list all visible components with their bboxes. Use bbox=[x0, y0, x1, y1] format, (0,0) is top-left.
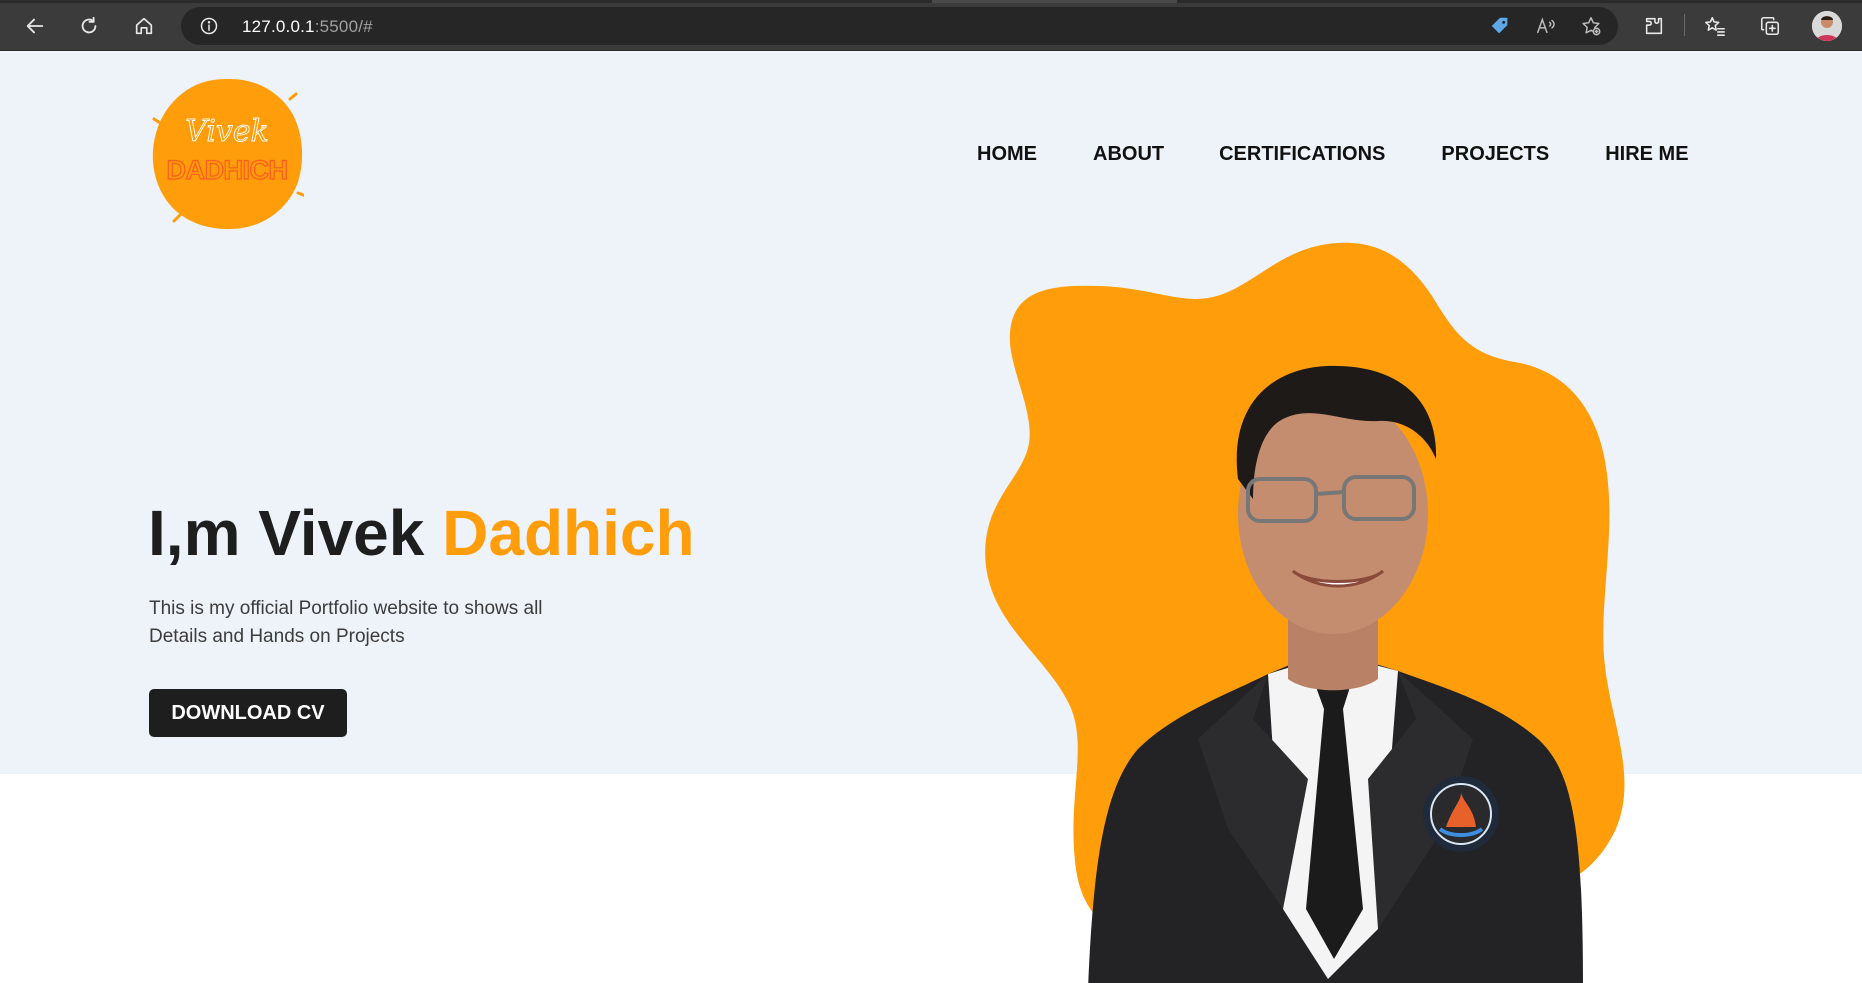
refresh-icon bbox=[81, 16, 97, 34]
nav-projects[interactable]: PROJECTS bbox=[1441, 143, 1549, 166]
favorites-button[interactable] bbox=[1698, 9, 1732, 43]
favorites-icon bbox=[1705, 16, 1725, 36]
read-aloud-icon bbox=[1537, 17, 1555, 34]
hero-subtitle-line1: This is my official Portfolio website to… bbox=[149, 598, 543, 619]
nav-certifications[interactable]: CERTIFICATIONS bbox=[1219, 143, 1385, 166]
address-url[interactable]: 127.0.0.1:5500/# bbox=[242, 17, 373, 37]
info-icon[interactable] bbox=[199, 16, 219, 36]
tab-strip-edge bbox=[0, 0, 1862, 3]
address-bar[interactable]: 127.0.0.1:5500/# bbox=[181, 7, 1618, 45]
favorite-add-icon bbox=[1582, 17, 1601, 36]
back-icon bbox=[26, 18, 44, 34]
logo-text-vivek: Vivek bbox=[185, 114, 269, 149]
profile-avatar-image bbox=[1812, 11, 1842, 41]
hero-title-name: I,m Vivek bbox=[148, 497, 443, 569]
price-tag-button[interactable] bbox=[1488, 14, 1512, 38]
refresh-button[interactable] bbox=[72, 9, 106, 43]
web-page: Vivek DADHICH HOME ABOUT CERTIFICATIONS … bbox=[0, 51, 1862, 983]
collections-button[interactable] bbox=[1753, 9, 1787, 43]
toolbar-separator bbox=[1684, 14, 1685, 36]
hero-subtitle: This is my official Portfolio website to… bbox=[149, 595, 589, 651]
url-host: 127.0.0.1 bbox=[242, 17, 315, 36]
price-tag-icon bbox=[1491, 17, 1508, 34]
nav-home[interactable]: HOME bbox=[977, 143, 1037, 166]
read-aloud-button[interactable] bbox=[1534, 14, 1558, 38]
download-cv-button[interactable]: DOWNLOAD CV bbox=[149, 689, 347, 737]
home-button[interactable] bbox=[127, 9, 161, 43]
nav-about[interactable]: ABOUT bbox=[1093, 143, 1164, 166]
browser-toolbar: 127.0.0.1:5500/# bbox=[0, 0, 1862, 51]
main-nav: HOME ABOUT CERTIFICATIONS PROJECTS HIRE … bbox=[977, 143, 1689, 166]
profile-photo bbox=[1088, 365, 1583, 983]
site-logo[interactable]: Vivek DADHICH bbox=[150, 75, 304, 231]
profile-avatar[interactable] bbox=[1812, 11, 1842, 41]
logo-text-dadhich: DADHICH bbox=[167, 155, 288, 185]
home-icon bbox=[135, 17, 153, 35]
active-tab-indicator bbox=[932, 0, 1177, 3]
favorite-add-button[interactable] bbox=[1579, 14, 1603, 38]
hero-subtitle-line2: Details and Hands on Projects bbox=[149, 626, 405, 647]
extensions-button[interactable] bbox=[1637, 9, 1671, 43]
back-button[interactable] bbox=[18, 9, 52, 43]
hero-title-accent: Dadhich bbox=[442, 497, 695, 569]
hero-title: I,m Vivek Dadhich bbox=[148, 496, 695, 570]
url-path: :5500/# bbox=[314, 17, 373, 36]
extensions-icon bbox=[1645, 17, 1663, 35]
nav-hire-me[interactable]: HIRE ME bbox=[1605, 143, 1688, 166]
collections-icon bbox=[1760, 16, 1780, 36]
